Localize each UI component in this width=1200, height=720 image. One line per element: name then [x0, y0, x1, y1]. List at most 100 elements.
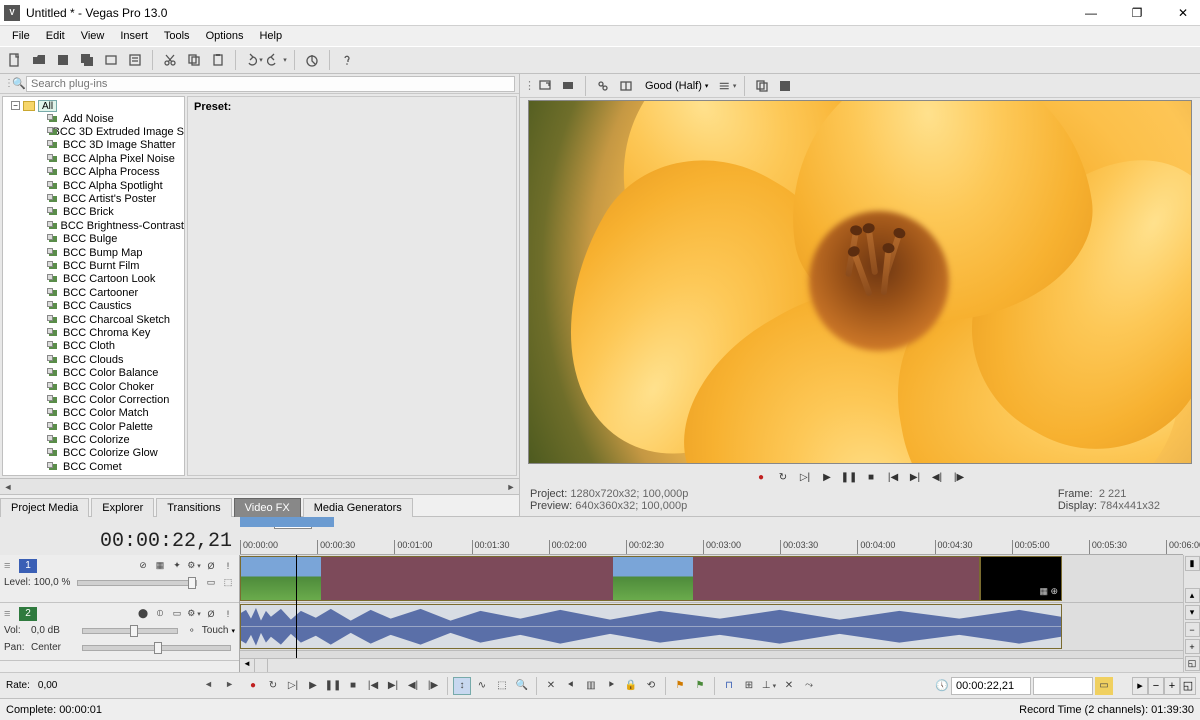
menu-view[interactable]: View	[73, 28, 113, 44]
marker-button[interactable]: ⚑	[671, 677, 689, 695]
touch-button[interactable]	[301, 49, 323, 71]
search-input[interactable]	[26, 76, 515, 92]
fx-item[interactable]: BCC Colorize Glow	[7, 447, 184, 460]
fx-item[interactable]: BCC Cloth	[7, 340, 184, 353]
vzoom-fit-icon[interactable]: ◱	[1185, 656, 1200, 671]
level-slider[interactable]	[77, 580, 197, 586]
loop-button[interactable]: ↻	[775, 469, 791, 485]
video-track-header[interactable]: ≡ 1 ⊘ ▦ ✦ ⚙ Ø ! Level: 100,0 % ▭ ⬚	[0, 555, 239, 603]
pause-button[interactable]: ❚❚	[841, 469, 857, 485]
timeline-hscroll[interactable]: ◄	[240, 658, 1183, 672]
tl-prev-frame-button[interactable]: ◀|	[404, 677, 422, 695]
fx-item[interactable]: BCC Burnt Film	[7, 259, 184, 272]
new-button[interactable]	[4, 49, 26, 71]
fx-item[interactable]: BCC Color Choker	[7, 380, 184, 393]
vzoom-in-icon[interactable]: +	[1185, 639, 1200, 654]
shuttle-control[interactable]	[204, 679, 234, 693]
tl-play-start-button[interactable]: ▷|	[284, 677, 302, 695]
minimize-button[interactable]: —	[1078, 3, 1104, 23]
tree-root-row[interactable]: − All	[7, 99, 184, 112]
playhead[interactable]	[296, 555, 297, 672]
tl-pause-button[interactable]: ❚❚	[324, 677, 342, 695]
hzoom-fit-icon[interactable]: ◱	[1180, 677, 1196, 695]
cut-button[interactable]	[159, 49, 181, 71]
automation-icon[interactable]: ⚙	[187, 607, 201, 621]
video-clip-2[interactable]: ▦ ⊕	[980, 556, 1062, 601]
pan-slider[interactable]	[82, 645, 231, 651]
close-button[interactable]: ✕	[1170, 3, 1196, 23]
audio-clip[interactable]	[240, 604, 1062, 649]
redo-button[interactable]	[266, 49, 288, 71]
record-button[interactable]: ●	[753, 469, 769, 485]
fx-item[interactable]: BCC Composite Choker	[7, 474, 184, 476]
fx-item[interactable]: BCC Bump Map	[7, 246, 184, 259]
fx-item[interactable]: BCC Alpha Pixel Noise	[7, 152, 184, 165]
properties-button[interactable]	[124, 49, 146, 71]
audio-track-header[interactable]: ≡ 2 ⬤ ⦶ ▭ ⚙ Ø ! Vol: 0,0 dB ⚬ Touch ▾	[0, 603, 239, 661]
parent-icon[interactable]: ⬚	[221, 576, 235, 590]
menu-help[interactable]: Help	[251, 28, 290, 44]
panel-tab[interactable]: Video FX	[234, 498, 301, 517]
fx-item[interactable]: BCC Color Match	[7, 407, 184, 420]
preview-ext-button[interactable]	[535, 76, 555, 96]
snap-button[interactable]: ⊓	[720, 677, 738, 695]
snap-grid-button[interactable]: ⊞	[740, 677, 758, 695]
delete-button[interactable]: ✕	[542, 677, 560, 695]
fx-item[interactable]: BCC Color Balance	[7, 366, 184, 379]
fx-item[interactable]: BCC Caustics	[7, 299, 184, 312]
menu-insert[interactable]: Insert	[112, 28, 156, 44]
fx-item[interactable]: BCC Cartoon Look	[7, 273, 184, 286]
menu-edit[interactable]: Edit	[38, 28, 73, 44]
vscroll-up-icon[interactable]: ▴	[1185, 588, 1200, 603]
menu-file[interactable]: File	[4, 28, 38, 44]
panel-drag-handle[interactable]: ⋮	[4, 78, 12, 89]
vol-slider[interactable]	[82, 628, 178, 634]
play-start-button[interactable]: ▷|	[797, 469, 813, 485]
split-button[interactable]: ▥	[582, 677, 600, 695]
preview-scale-button[interactable]	[717, 76, 737, 96]
bypass-fx-icon[interactable]: ⊘	[136, 559, 150, 573]
mute-icon[interactable]: Ø	[204, 607, 218, 621]
quantize-button[interactable]: ⊥	[760, 677, 778, 695]
stop-button[interactable]: ■	[863, 469, 879, 485]
trim-end-button[interactable]: ⯈	[602, 677, 620, 695]
fx-item[interactable]: BCC Brightness-Contrast	[7, 219, 184, 232]
fx-item[interactable]: BCC Cartooner	[7, 286, 184, 299]
fx-item[interactable]: BCC Alpha Spotlight	[7, 179, 184, 192]
region-button[interactable]: ⚑	[691, 677, 709, 695]
lock-button[interactable]: 🔒	[622, 677, 640, 695]
preview-device-button[interactable]	[558, 76, 578, 96]
video-clip-1[interactable]	[240, 556, 980, 601]
undo-button[interactable]	[242, 49, 264, 71]
go-end-button[interactable]: ▶|	[907, 469, 923, 485]
copy-button[interactable]	[183, 49, 205, 71]
auto-ripple-button[interactable]: ⟲	[642, 677, 660, 695]
mute-icon[interactable]: Ø	[204, 559, 218, 573]
maximize-button[interactable]: ❐	[1124, 3, 1150, 23]
hzoom-out-icon[interactable]: −	[1148, 677, 1164, 695]
save-button[interactable]	[52, 49, 74, 71]
tl-go-start-button[interactable]: |◀	[364, 677, 382, 695]
solo-icon[interactable]: !	[221, 607, 235, 621]
touch-icon[interactable]: ⚬	[185, 624, 199, 638]
fx-item[interactable]: BCC Colorize	[7, 433, 184, 446]
fx-tree[interactable]: − All Add NoiseBCC 3D Extruded Image SBC…	[2, 96, 185, 476]
envelope-tool[interactable]: ∿	[473, 677, 491, 695]
invert-phase-icon[interactable]: ⦶	[153, 607, 167, 621]
track-fx-icon[interactable]: ▭	[170, 607, 184, 621]
video-output-fx-button[interactable]	[593, 76, 613, 96]
panel-tab[interactable]: Explorer	[91, 498, 154, 517]
fx-item[interactable]: BCC Color Palette	[7, 420, 184, 433]
fx-item[interactable]: Add Noise	[7, 112, 184, 125]
fx-item[interactable]: BCC Color Correction	[7, 393, 184, 406]
selection-start[interactable]	[1033, 677, 1093, 695]
normal-edit-tool[interactable]: ↕	[453, 677, 471, 695]
track-fx-icon[interactable]: ✦	[170, 559, 184, 573]
vzoom-out-icon[interactable]: −	[1185, 622, 1200, 637]
solo-icon[interactable]: !	[221, 559, 235, 573]
hzoom-in-icon[interactable]: +	[1164, 677, 1180, 695]
split-screen-button[interactable]	[616, 76, 636, 96]
menu-tools[interactable]: Tools	[156, 28, 198, 44]
fx-item[interactable]: BCC Brick	[7, 206, 184, 219]
fx-item[interactable]: BCC Comet	[7, 460, 184, 473]
